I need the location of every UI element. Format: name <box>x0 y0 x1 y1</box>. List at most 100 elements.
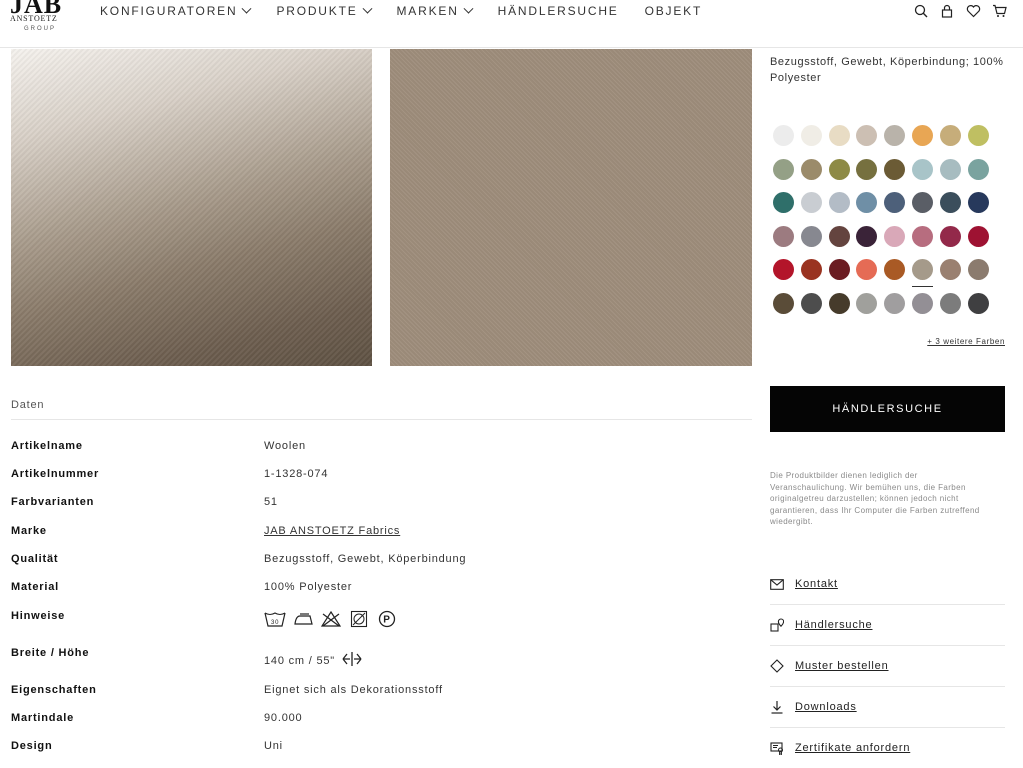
color-swatch[interactable] <box>939 259 961 280</box>
header-icons <box>913 3 1007 19</box>
row-value: Uni <box>264 740 283 752</box>
color-swatch[interactable] <box>828 125 850 146</box>
svg-text:30: 30 <box>271 620 279 626</box>
color-swatch[interactable] <box>773 259 794 280</box>
color-swatch[interactable] <box>828 158 850 180</box>
color-swatch[interactable] <box>939 225 961 247</box>
cart-icon[interactable] <box>991 3 1007 19</box>
color-swatch[interactable] <box>884 225 906 247</box>
mail-icon <box>770 577 784 591</box>
certificate-icon <box>770 741 784 755</box>
color-swatch[interactable] <box>828 259 850 280</box>
color-swatch[interactable] <box>800 225 822 247</box>
color-swatch[interactable] <box>967 292 989 314</box>
request-certificates-link[interactable]: Zertifikate anfordern <box>770 728 1005 768</box>
color-swatch[interactable] <box>800 158 822 180</box>
nav-konfiguratoren[interactable]: KONFIGURATOREN <box>100 3 252 18</box>
color-swatch[interactable] <box>800 192 822 213</box>
table-row: Eigenschaften Eignet sich als Dekoration… <box>11 684 752 704</box>
color-swatch[interactable] <box>967 259 989 280</box>
table-row: Material 100% Polyester <box>11 581 752 601</box>
color-swatch[interactable] <box>912 259 933 287</box>
artikelname-value: Woolen <box>264 440 306 452</box>
row-value: 51 <box>264 496 278 508</box>
eigenschaften-value: Eignet sich als Dekorationsstoff <box>264 684 443 696</box>
row-value: Eignet sich als Dekorationsstoff <box>264 684 443 696</box>
color-swatch[interactable] <box>800 125 822 146</box>
professional-clean-p-icon: P <box>376 610 398 628</box>
row-value: Woolen <box>264 440 306 452</box>
color-swatch[interactable] <box>773 192 794 213</box>
color-swatch[interactable] <box>856 292 878 314</box>
product-image-flat[interactable] <box>390 49 752 366</box>
color-swatch[interactable] <box>884 292 906 314</box>
dealer-search-button[interactable]: HÄNDLERSUCHE <box>770 386 1005 432</box>
order-sample-link[interactable]: Muster bestellen <box>770 646 1005 687</box>
heart-icon[interactable] <box>965 3 981 19</box>
table-row: Farbvarianten 51 <box>11 496 752 516</box>
color-swatch[interactable] <box>828 225 850 247</box>
color-swatch[interactable] <box>939 158 961 180</box>
search-icon[interactable] <box>913 3 929 19</box>
color-swatch[interactable] <box>856 259 878 280</box>
color-swatch[interactable] <box>773 225 794 247</box>
chevron-down-icon <box>241 3 252 14</box>
color-swatch[interactable] <box>856 225 878 247</box>
lock-icon[interactable] <box>939 3 955 19</box>
color-swatch[interactable] <box>773 158 794 180</box>
sample-tag-icon <box>770 659 784 673</box>
more-colors-link[interactable]: + 3 weitere Farben <box>927 337 1005 346</box>
nav-label: PRODUKTE <box>276 4 358 18</box>
color-swatch[interactable] <box>967 158 989 180</box>
product-sidebar: Bezugsstoff, Gewebt, Köperbindung; 100% … <box>770 49 1010 768</box>
color-swatch[interactable] <box>884 192 906 213</box>
nav-marken[interactable]: MARKEN <box>397 3 474 18</box>
row-value: 140 cm / 55" <box>264 650 363 671</box>
color-swatch[interactable] <box>912 158 933 180</box>
product-image-detail[interactable] <box>11 49 372 366</box>
color-swatch[interactable] <box>967 125 989 146</box>
downloads-link[interactable]: Downloads <box>770 687 1005 728</box>
color-swatch[interactable] <box>967 225 989 247</box>
jab-logo[interactable]: JAB ANSTOETZ GROUP <box>10 0 72 38</box>
nav-label: OBJEKT <box>644 4 703 18</box>
nav-objekt[interactable]: OBJEKT <box>645 4 702 18</box>
color-swatch[interactable] <box>939 125 961 146</box>
table-row: Design Uni <box>11 740 752 760</box>
color-swatch[interactable] <box>939 292 961 314</box>
row-value: 1-1328-074 <box>264 468 328 480</box>
color-swatch[interactable] <box>884 125 906 146</box>
color-swatch[interactable] <box>884 158 906 180</box>
color-swatch[interactable] <box>828 292 850 314</box>
table-row: Breite / Höhe 140 cm / 55" <box>11 647 752 669</box>
color-swatch[interactable] <box>773 125 794 146</box>
link-label: Downloads <box>795 701 857 713</box>
color-swatch[interactable] <box>856 125 878 146</box>
row-key: Artikelname <box>11 440 83 452</box>
color-swatch[interactable] <box>773 292 794 314</box>
contact-link[interactable]: Kontakt <box>770 564 1005 605</box>
color-swatch[interactable] <box>912 192 933 213</box>
color-swatch[interactable] <box>828 192 850 213</box>
color-swatch[interactable] <box>884 259 906 280</box>
store-locator-icon <box>770 618 784 632</box>
color-swatch[interactable] <box>856 158 878 180</box>
color-swatch[interactable] <box>800 259 822 280</box>
color-swatch[interactable] <box>800 292 822 314</box>
table-row: Artikelname Woolen <box>11 440 752 460</box>
row-value: 100% Polyester <box>264 581 352 593</box>
color-swatch[interactable] <box>912 125 933 146</box>
row-key: Martindale <box>11 712 75 724</box>
color-swatch[interactable] <box>912 225 933 247</box>
color-swatch[interactable] <box>967 192 989 213</box>
color-swatch[interactable] <box>856 192 878 213</box>
brand-link[interactable]: JAB ANSTOETZ Fabrics <box>264 525 400 537</box>
table-row: Marke JAB ANSTOETZ Fabrics <box>11 525 752 545</box>
color-swatch[interactable] <box>912 292 933 314</box>
row-value: JAB ANSTOETZ Fabrics <box>264 525 400 537</box>
row-key: Qualität <box>11 553 59 565</box>
color-swatch[interactable] <box>939 192 961 213</box>
nav-haendlersuche[interactable]: HÄNDLERSUCHE <box>498 4 619 18</box>
nav-produkte[interactable]: PRODUKTE <box>276 3 372 18</box>
dealer-search-link[interactable]: Händlersuche <box>770 605 1005 646</box>
